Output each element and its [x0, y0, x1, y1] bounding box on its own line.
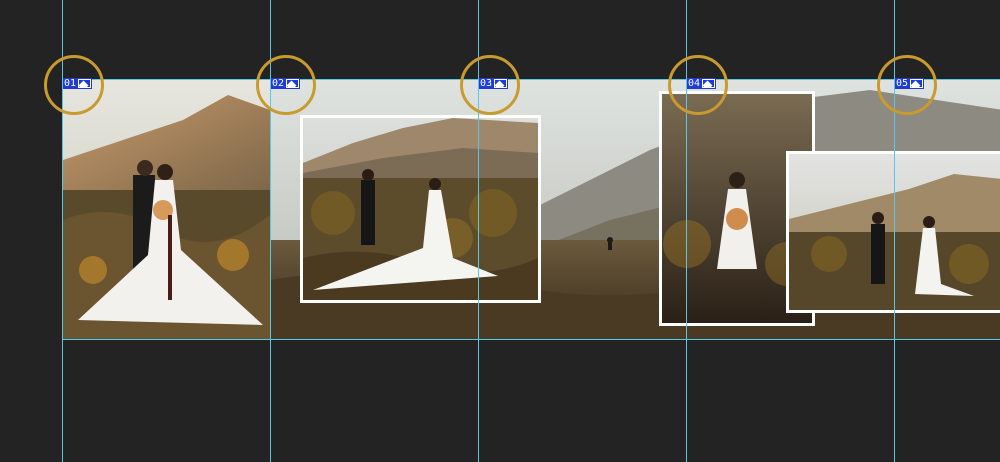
highlight-ring-04	[668, 55, 728, 115]
bottom-guide	[63, 339, 1000, 340]
frame-01-photo[interactable]	[63, 80, 270, 339]
top-guide	[63, 79, 1000, 80]
highlight-ring-03	[460, 55, 520, 115]
highlight-ring-02	[256, 55, 316, 115]
frame-02-inset-photo[interactable]	[300, 115, 541, 303]
highlight-ring-01	[44, 55, 104, 115]
layout-canvas: 01 02 03 04 05	[0, 0, 1000, 462]
photo-strip	[62, 79, 1000, 340]
highlight-ring-05	[877, 55, 937, 115]
